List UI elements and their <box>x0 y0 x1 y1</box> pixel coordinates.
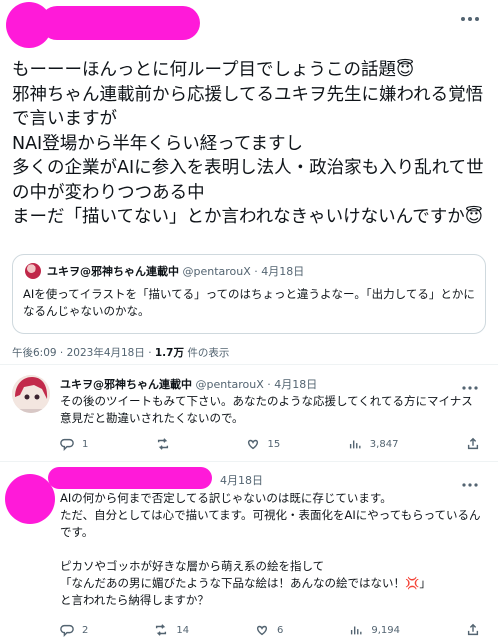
more-options-icon[interactable] <box>458 10 482 22</box>
heart-icon <box>247 439 258 450</box>
more-options-icon[interactable] <box>460 378 480 390</box>
reply-date[interactable]: · 4月18日 <box>267 378 317 391</box>
reply-date[interactable]: 4月18日 <box>220 472 263 488</box>
heart-icon <box>257 625 268 636</box>
reply-icon <box>60 438 74 451</box>
divider <box>0 364 498 365</box>
reply-button[interactable]: 2 <box>60 622 88 638</box>
analytics-icon <box>349 440 361 449</box>
view-count: 1.7万 <box>154 347 184 359</box>
quote-date: · 4月18日 <box>254 265 305 278</box>
view-count-label: 件の表示 <box>183 347 230 359</box>
like-button[interactable]: 6 <box>255 622 283 638</box>
author-name-redacted[interactable] <box>40 6 200 40</box>
share-icon <box>467 437 479 450</box>
quote-avatar <box>25 263 41 279</box>
reply-button[interactable]: 1 <box>60 436 88 452</box>
reply-count: 1 <box>82 438 89 450</box>
retweet-count: 14 <box>176 624 190 636</box>
quoted-tweet[interactable]: ユキヲ@邪神ちゃん連載中 @pentarouX · 4月18日 AIを使ってイラ… <box>12 254 486 334</box>
reply-count: 2 <box>82 624 89 636</box>
retweet-button[interactable] <box>156 436 178 452</box>
share-button[interactable] <box>466 436 480 452</box>
quote-text: AIを使ってイラストを「描いてる」ってのはちょっと違うよなー。「出力してる」とか… <box>23 287 475 318</box>
views-count: 9,194 <box>371 624 401 636</box>
reply-text: AIの何から何まで否定してる訳じゃないのは既に存じています。 ただ、自分としては… <box>60 491 481 607</box>
divider <box>0 461 498 462</box>
reply-author-handle[interactable]: @pentarouX <box>196 378 264 391</box>
reply-icon <box>60 624 74 637</box>
views-button[interactable]: 3,847 <box>348 436 399 452</box>
analytics-icon <box>351 626 362 635</box>
reply-avatar[interactable] <box>12 375 50 413</box>
reply-text: その後のツイートもみて下さい。あなたのような応援してくれてる方にマイナス意見だと… <box>60 394 473 425</box>
tweet-timestamp[interactable]: 午後6:09 · 2023年4月18日 · <box>12 347 155 359</box>
reply-author-redacted[interactable] <box>48 467 212 489</box>
views-count: 3,847 <box>369 438 399 450</box>
like-button[interactable]: 15 <box>246 436 281 452</box>
retweet-icon <box>156 624 167 636</box>
share-button[interactable] <box>466 622 480 638</box>
more-options-icon[interactable] <box>460 475 480 487</box>
quote-author-handle: @pentarouX <box>182 265 251 278</box>
like-count: 15 <box>267 438 281 450</box>
retweet-button[interactable]: 14 <box>154 622 189 638</box>
views-button[interactable]: 9,194 <box>349 622 400 638</box>
tweet-text: もーーーほんっとに何ループ目でしょうこの話題😇 邪神ちゃん連載前から応援してるユ… <box>12 60 484 227</box>
like-count: 6 <box>277 624 284 636</box>
reply-author-name[interactable]: ユキヲ@邪神ちゃん連載中 <box>60 378 192 391</box>
quote-author-name: ユキヲ@邪神ちゃん連載中 <box>47 265 179 278</box>
share-icon <box>467 623 479 636</box>
reply-avatar-redacted[interactable] <box>5 474 55 524</box>
retweet-icon <box>157 438 169 450</box>
